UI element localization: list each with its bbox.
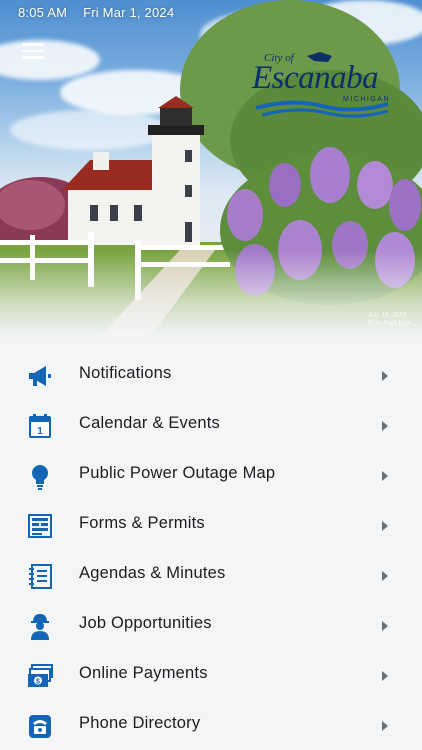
calendar-icon: 1	[29, 414, 51, 438]
forms-icon	[28, 514, 52, 538]
menu-item-label: Public Power Outage Map	[79, 464, 276, 482]
phone-icon	[29, 715, 51, 738]
city-logo: City of Escanaba MICHIGAN	[252, 50, 392, 120]
photo-credit-date: July 18, 2019	[367, 311, 406, 319]
chevron-right-icon	[382, 471, 388, 481]
menu-item-label: Phone Directory	[79, 714, 201, 732]
menu-item-forms-permits[interactable]: Forms & Permits	[0, 500, 422, 550]
chevron-right-icon	[382, 521, 388, 531]
worker-icon	[31, 614, 49, 640]
logo-name: Escanaba	[252, 60, 379, 96]
menu-item-label: Calendar & Events	[79, 414, 220, 432]
svg-text:1: 1	[37, 426, 43, 437]
hero-fade	[0, 250, 422, 337]
menu-item-agendas-minutes[interactable]: Agendas & Minutes	[0, 550, 422, 600]
menu-icon[interactable]	[22, 43, 44, 59]
menu-item-power-outage-map[interactable]: Public Power Outage Map	[0, 450, 422, 500]
menu-item-label: Forms & Permits	[79, 514, 205, 532]
menu-item-phone-directory[interactable]: Phone Directory	[0, 700, 422, 750]
menu-item-calendar-events[interactable]: 1 Calendar & Events	[0, 400, 422, 450]
menu-item-label: Notifications	[79, 364, 172, 382]
chevron-right-icon	[382, 371, 388, 381]
notebook-icon	[29, 564, 52, 589]
chevron-right-icon	[382, 571, 388, 581]
hero-photo: 8:05 AM Fri Mar 1, 2024 City of Escanaba…	[0, 0, 422, 337]
photo-credit-author: © by Paul Lam...	[367, 319, 416, 327]
menu-item-notifications[interactable]: Notifications	[0, 350, 422, 400]
megaphone-icon	[29, 366, 51, 386]
status-time: 8:05 AM	[18, 5, 68, 20]
menu-item-label: Job Opportunities	[79, 614, 212, 632]
chevron-right-icon	[382, 421, 388, 431]
main-menu: Notifications 1 Calendar & Events Public…	[0, 350, 422, 750]
logo-state: MICHIGAN	[343, 96, 390, 103]
menu-item-job-opportunities[interactable]: Job Opportunities	[0, 600, 422, 650]
svg-text:$: $	[36, 679, 40, 686]
menu-item-label: Agendas & Minutes	[79, 564, 226, 582]
chevron-right-icon	[382, 671, 388, 681]
money-icon: $	[28, 664, 53, 687]
status-date: Fri Mar 1, 2024	[83, 5, 175, 20]
menu-item-online-payments[interactable]: $ Online Payments	[0, 650, 422, 700]
photo-credit: July 18, 2019 © by Paul Lam...	[368, 311, 416, 327]
menu-item-label: Online Payments	[79, 664, 208, 682]
lightbulb-icon	[32, 465, 48, 490]
chevron-right-icon	[382, 721, 388, 731]
chevron-right-icon	[382, 621, 388, 631]
status-bar: 8:05 AM Fri Mar 1, 2024	[18, 5, 174, 20]
